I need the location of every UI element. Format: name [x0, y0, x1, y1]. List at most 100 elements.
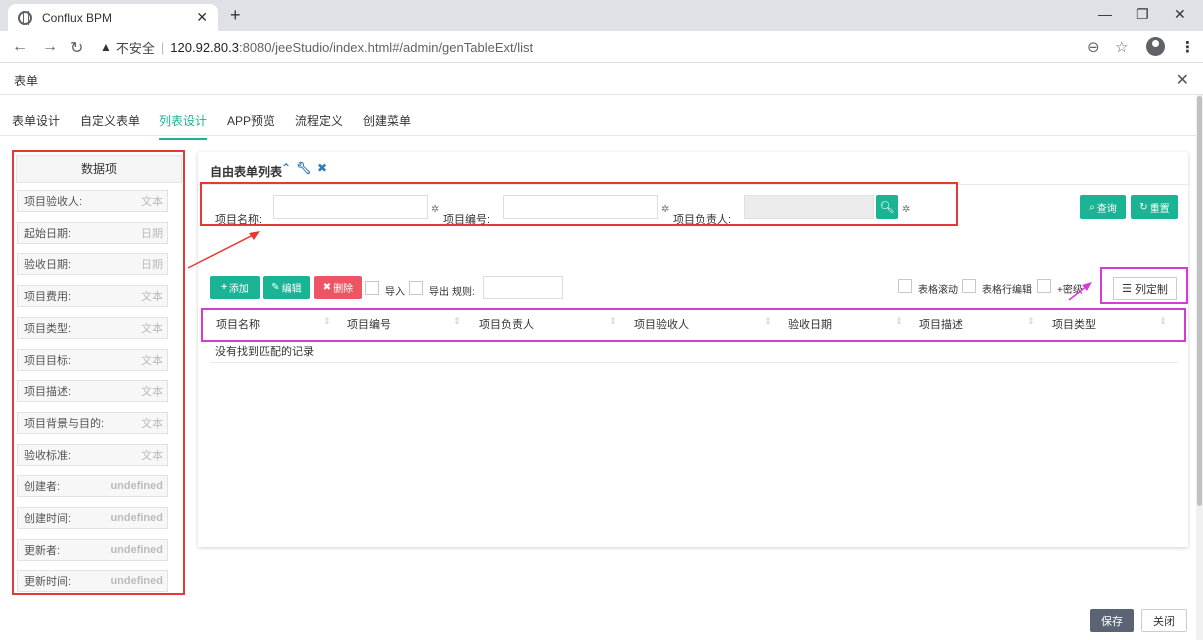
gear-icon[interactable]: ✲ — [902, 204, 910, 215]
close-panel-icon[interactable]: ✖ — [317, 161, 327, 175]
import-checkbox[interactable] — [365, 281, 379, 295]
back-arrow-icon[interactable]: ← — [12, 38, 28, 56]
data-field-type: undefined — [110, 575, 163, 588]
query-button[interactable]: ⌕ 查询 — [1080, 195, 1126, 219]
scrollbar-thumb[interactable] — [1197, 96, 1202, 506]
reset-button[interactable]: ↻ 重置 — [1131, 195, 1178, 219]
close-button[interactable]: 关闭 — [1141, 609, 1187, 632]
url-field[interactable]: ▲ 不安全 | 120.92.80.3:8080/jeeStudio/index… — [100, 36, 1100, 58]
list-icon: ☰ — [1122, 283, 1132, 295]
data-field-item[interactable]: 起始日期: 日期 — [17, 221, 168, 244]
sort-icon[interactable]: ⇕ — [323, 316, 331, 327]
modal-close-icon[interactable]: ✕ — [1176, 70, 1189, 90]
data-field-type: 日期 — [141, 227, 163, 240]
data-items-title: 数据项 — [16, 155, 182, 183]
data-field-item[interactable]: 验收标准: 文本 — [17, 443, 168, 466]
data-field-item[interactable]: 项目描述: 文本 — [17, 380, 168, 403]
modal-header: 表单 ✕ — [0, 63, 1203, 95]
column-custom-button[interactable]: ☰ 列定制 — [1113, 277, 1177, 300]
gear-icon[interactable]: ✲ — [661, 204, 669, 215]
export-checkbox[interactable] — [409, 281, 423, 295]
data-field-item[interactable]: 创建时间: undefined — [17, 507, 168, 529]
data-field-item[interactable]: 验收日期: 日期 — [17, 253, 168, 276]
data-field-item[interactable]: 更新者: undefined — [17, 538, 168, 561]
empty-table-message: 没有找到匹配的记录 — [215, 346, 314, 358]
column-header[interactable]: 项目负责人 — [479, 316, 534, 332]
browser-tab-strip: Conflux BPM ✕ + — ❐ ✕ — [0, 0, 1203, 31]
browser-tab-title: Conflux BPM — [42, 10, 113, 25]
data-field-item[interactable]: 项目目标: 文本 — [17, 348, 168, 371]
data-field-item[interactable]: 项目背景与目的: 文本 — [17, 411, 168, 434]
column-header[interactable]: 项目名称 — [216, 316, 260, 332]
url-path: :8080/jeeStudio/index.html#/admin/genTab… — [238, 39, 534, 55]
tab-app-preview[interactable]: APP预览 — [227, 112, 275, 129]
collapse-icon[interactable]: ⌃ — [281, 161, 291, 175]
data-field-name: 更新者: — [24, 544, 61, 557]
sort-icon[interactable]: ⇕ — [764, 316, 772, 327]
project-code-label: 项目编号: — [443, 214, 491, 226]
column-header[interactable]: 项目验收人 — [634, 316, 689, 332]
rule-label: 规则: — [452, 287, 475, 298]
browser-tab[interactable]: Conflux BPM ✕ — [8, 4, 218, 31]
table-scroll-checkbox[interactable] — [898, 279, 912, 293]
sort-icon[interactable]: ⇕ — [1159, 316, 1167, 327]
column-custom-label: 列定制 — [1134, 283, 1168, 296]
row-edit-label: 表格行编辑 — [982, 285, 1032, 296]
save-button[interactable]: 保存 — [1090, 609, 1134, 632]
export-label: 导出 — [429, 287, 449, 298]
column-header[interactable]: 验收日期 — [788, 316, 832, 332]
wrench-icon[interactable]: 🔧︎ — [296, 161, 311, 175]
column-header[interactable]: 项目描述 — [919, 316, 963, 332]
data-field-name: 创建时间: — [24, 513, 72, 525]
insecure-label: 不安全 — [115, 40, 155, 56]
tab-form-design[interactable]: 表单设计 — [12, 112, 60, 129]
data-field-item[interactable]: 创建者: undefined — [17, 475, 168, 498]
account-icon[interactable] — [1146, 37, 1165, 56]
delete-button[interactable]: ✖ 删除 — [314, 276, 362, 299]
search-icon: ⌕ — [1089, 201, 1095, 213]
tab-custom-form[interactable]: 自定义表单 — [80, 112, 140, 129]
row-edit-checkbox[interactable] — [962, 279, 976, 293]
data-field-type: 文本 — [141, 354, 163, 367]
sort-icon[interactable]: ⇕ — [895, 316, 903, 327]
new-tab-icon[interactable]: + — [230, 5, 241, 26]
gear-icon[interactable]: ✲ — [431, 204, 439, 215]
close-tab-icon[interactable]: ✕ — [196, 9, 208, 26]
owner-search-button[interactable]: 🔍︎ — [876, 195, 898, 219]
data-field-name: 项目背景与目的: — [24, 417, 105, 430]
edit-button-label: 编辑 — [281, 284, 302, 295]
table-scroll-label: 表格滚动 — [918, 285, 958, 296]
window-close-icon[interactable]: ✕ — [1174, 6, 1186, 23]
column-header[interactable]: 项目编号 — [347, 316, 391, 332]
edit-button[interactable]: ✎ 编辑 — [263, 276, 310, 299]
minimize-icon[interactable]: — — [1098, 6, 1112, 22]
data-field-type: 日期 — [141, 259, 163, 272]
rule-input[interactable] — [483, 276, 563, 299]
forward-arrow-icon[interactable]: → — [42, 38, 58, 56]
tab-list-design[interactable]: 列表设计 — [159, 112, 208, 140]
data-field-item[interactable]: 项目费用: 文本 — [17, 285, 168, 308]
sort-icon[interactable]: ⇕ — [453, 316, 461, 327]
sort-icon[interactable]: ⇕ — [1027, 316, 1035, 327]
column-header[interactable]: 项目类型 — [1052, 316, 1096, 332]
restore-icon[interactable]: ❐ — [1136, 6, 1149, 23]
tab-process-definition[interactable]: 流程定义 — [295, 112, 343, 129]
menu-dots-icon[interactable]: ⋮ — [1180, 38, 1195, 56]
security-checkbox[interactable] — [1037, 279, 1051, 293]
project-owner-input[interactable] — [744, 195, 874, 219]
project-code-input[interactable] — [503, 195, 658, 219]
data-field-item[interactable]: 更新时间: undefined — [17, 570, 168, 593]
annotation-arrow-red — [187, 231, 260, 269]
data-field-type: 文本 — [141, 322, 163, 335]
star-icon[interactable]: ☆ — [1115, 38, 1128, 56]
data-field-item[interactable]: 项目类型: 文本 — [17, 316, 168, 339]
project-name-input[interactable] — [273, 195, 428, 219]
reload-icon[interactable]: ↻ — [70, 38, 83, 58]
tab-create-menu[interactable]: 创建菜单 — [363, 112, 411, 129]
data-field-item[interactable]: 项目验收人: 文本 — [17, 190, 168, 212]
data-field-type: 文本 — [141, 417, 163, 430]
add-button[interactable]: + 添加 — [210, 276, 260, 299]
zoom-icon[interactable]: ⊖ — [1087, 38, 1100, 56]
sort-icon[interactable]: ⇕ — [609, 316, 617, 327]
data-field-type: 文本 — [141, 291, 163, 304]
